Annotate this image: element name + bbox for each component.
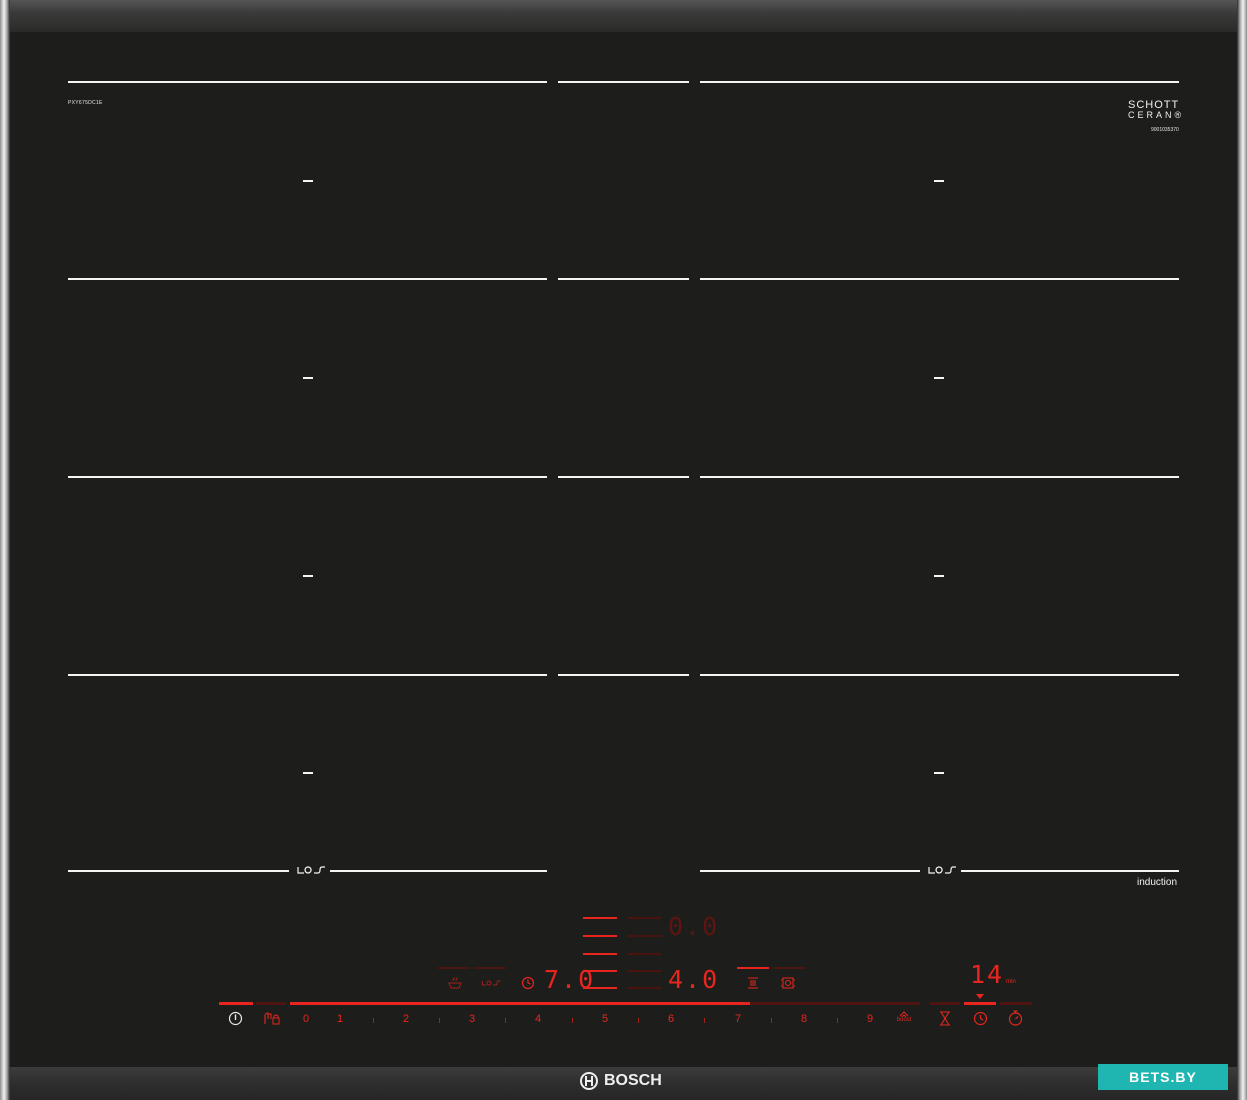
- brand-logo: BOSCH: [580, 1071, 662, 1091]
- cook-timer-icon[interactable]: [973, 1011, 988, 1026]
- child-lock-icon[interactable]: [262, 1010, 280, 1026]
- zone-line-left-5b: [330, 870, 547, 872]
- power-icon[interactable]: [228, 1011, 243, 1026]
- frying-sensor-icon[interactable]: [447, 977, 463, 989]
- move-icon[interactable]: [747, 976, 759, 990]
- stopwatch-icon[interactable]: [1008, 1010, 1023, 1026]
- zone-level-indicator: [628, 970, 662, 972]
- power-half-step[interactable]: [572, 1018, 573, 1023]
- power-level-5[interactable]: 5: [602, 1013, 608, 1025]
- timer-display: 14: [970, 960, 1005, 989]
- zone-level-indicator: [628, 935, 662, 937]
- zone-line-right-2: [700, 278, 1179, 280]
- zone-line-right-4: [700, 674, 1179, 676]
- zone-level-indicator: [583, 917, 617, 919]
- bosch-ring-icon: [580, 1072, 598, 1090]
- left-edge: [0, 0, 10, 1100]
- serial-number: 9001035370: [1151, 127, 1179, 133]
- hourglass-bar: [930, 1002, 960, 1005]
- power-slider-fill: [290, 1002, 750, 1005]
- function-bar: [474, 967, 506, 969]
- power-manager-icon[interactable]: [781, 976, 795, 990]
- zone-line-right-5a: [700, 870, 920, 872]
- flex-zone-icon: [297, 866, 325, 874]
- zone-center-mark: [934, 180, 944, 182]
- zone-line-mid-4: [558, 674, 689, 676]
- glass-brand-line1: SCHOTT: [1128, 99, 1180, 111]
- zone-center-mark: [934, 575, 944, 577]
- zone-line-mid-1: [558, 81, 689, 83]
- power-half-step[interactable]: [704, 1018, 705, 1023]
- zone-line-left-4: [68, 674, 547, 676]
- power-level-3[interactable]: 3: [469, 1013, 475, 1025]
- zone-line-left-3: [68, 476, 547, 478]
- power-level-0[interactable]: 0: [303, 1013, 309, 1025]
- zone-line-right-3: [700, 476, 1179, 478]
- zone-level-indicator: [583, 953, 617, 955]
- power-half-step[interactable]: [373, 1018, 374, 1023]
- zone-line-mid-2: [558, 278, 689, 280]
- zone-display-left: 7.0: [544, 965, 596, 994]
- zone-display-right: 4.0: [668, 965, 720, 994]
- power-half-step[interactable]: [505, 1018, 506, 1023]
- function-bar-active: [737, 967, 769, 969]
- flex-zone-icon: [928, 866, 956, 874]
- timer-icon[interactable]: [521, 976, 535, 990]
- power-level-4[interactable]: 4: [535, 1013, 541, 1025]
- timer-unit-label: min: [1006, 979, 1016, 985]
- right-edge: [1237, 0, 1247, 1100]
- zone-center-mark: [934, 377, 944, 379]
- power-half-step[interactable]: [638, 1018, 639, 1023]
- glass-brand-line2: CERAN®: [1128, 110, 1185, 120]
- zone-line-left-1: [68, 81, 547, 83]
- zone-center-mark: [303, 180, 313, 182]
- function-bar: [438, 967, 470, 969]
- zone-line-left-5a: [68, 870, 289, 872]
- hourglass-icon[interactable]: [939, 1011, 951, 1026]
- zone-level-indicator: [628, 987, 662, 989]
- boost-label: boost: [896, 1017, 912, 1023]
- zone-line-mid-3: [558, 476, 689, 478]
- watermark: BETS.BY: [1098, 1064, 1228, 1090]
- power-level-9[interactable]: 9: [867, 1013, 873, 1025]
- zone-line-right-5b: [961, 870, 1179, 872]
- power-level-1[interactable]: 1: [337, 1013, 343, 1025]
- function-bar: [773, 967, 805, 969]
- brand-name: BOSCH: [604, 1072, 662, 1089]
- zone-line-right-1: [700, 81, 1179, 83]
- top-trim: [0, 0, 1247, 32]
- power-half-step[interactable]: [837, 1018, 838, 1023]
- power-button-bar: [219, 1002, 253, 1005]
- zone-level-indicator: [628, 953, 662, 955]
- zone-line-left-2: [68, 278, 547, 280]
- zone-level-indicator: [628, 917, 662, 919]
- timer-arrow-icon: [976, 994, 984, 999]
- lock-button-bar: [256, 1002, 286, 1005]
- power-level-7[interactable]: 7: [735, 1013, 741, 1025]
- zone-center-mark: [303, 377, 313, 379]
- flex-zone-icon[interactable]: [481, 978, 501, 988]
- power-half-step[interactable]: [771, 1018, 772, 1023]
- power-half-step[interactable]: [439, 1018, 440, 1023]
- power-level-8[interactable]: 8: [801, 1013, 807, 1025]
- zone-center-mark: [934, 772, 944, 774]
- power-level-6[interactable]: 6: [668, 1013, 674, 1025]
- zone-center-mark: [303, 575, 313, 577]
- zone-center-mark: [303, 772, 313, 774]
- boost-button[interactable]: boost: [894, 1011, 914, 1023]
- glass-surface: [10, 32, 1237, 1067]
- stopwatch-bar: [1000, 1002, 1032, 1005]
- cook-timer-bar: [964, 1002, 996, 1005]
- induction-label: induction: [1137, 877, 1178, 888]
- model-code: PXY675DC1E: [68, 100, 103, 106]
- power-level-2[interactable]: 2: [403, 1013, 409, 1025]
- zone-level-indicator: [583, 935, 617, 937]
- glass-brand-logo: SCHOTT CERAN®: [1128, 99, 1185, 121]
- zone-display-top: 0.0: [668, 912, 720, 941]
